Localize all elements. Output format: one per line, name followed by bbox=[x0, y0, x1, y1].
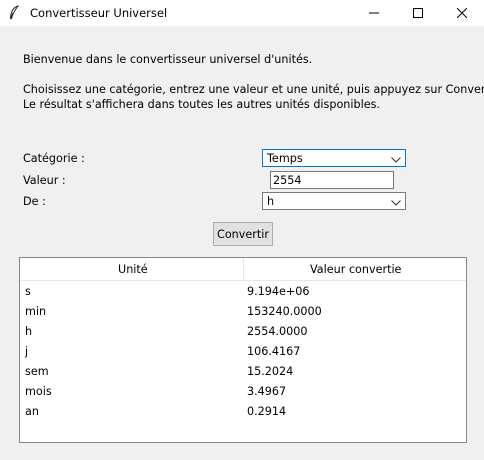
value-field[interactable] bbox=[270, 171, 394, 189]
instructions-line-2: Le résultat s'affichera dans toutes les … bbox=[23, 98, 380, 111]
results-table[interactable]: Unité Valeur convertie s 9.194e+06 min 1… bbox=[19, 257, 467, 443]
title-bar[interactable]: Convertisseur Universel bbox=[0, 0, 484, 26]
table-row[interactable]: mois 3.4967 bbox=[20, 382, 466, 402]
unit-cell: h bbox=[25, 325, 33, 338]
minimize-button[interactable] bbox=[352, 0, 396, 26]
table-row[interactable]: min 153240.0000 bbox=[20, 302, 466, 322]
feather-icon bbox=[9, 5, 20, 20]
chevron-down-icon[interactable] bbox=[391, 197, 401, 210]
table-row[interactable]: an 0.2914 bbox=[20, 402, 466, 422]
converter-window: Convertisseur Universel Bienvenue dans l… bbox=[0, 0, 484, 460]
maximize-button[interactable] bbox=[396, 0, 440, 26]
column-header-unit[interactable]: Unité bbox=[118, 263, 148, 276]
value-cell: 0.2914 bbox=[247, 405, 287, 418]
value-cell: 3.4967 bbox=[247, 385, 287, 398]
maximize-icon bbox=[413, 8, 423, 18]
table-row[interactable]: s 9.194e+06 bbox=[20, 282, 466, 302]
welcome-text: Bienvenue dans le convertisseur universe… bbox=[23, 53, 313, 66]
value-cell: 15.2024 bbox=[247, 365, 294, 378]
from-label: De : bbox=[23, 195, 46, 208]
category-combobox[interactable]: Temps bbox=[262, 149, 406, 167]
column-separator[interactable] bbox=[243, 258, 244, 280]
window-title: Convertisseur Universel bbox=[30, 6, 168, 20]
value-input[interactable] bbox=[273, 173, 389, 187]
value-cell: 9.194e+06 bbox=[247, 285, 310, 298]
category-selected-value: Temps bbox=[267, 152, 303, 165]
unit-cell: sem bbox=[25, 365, 49, 378]
unit-cell: j bbox=[25, 345, 29, 358]
unit-cell: min bbox=[25, 305, 47, 318]
column-header-value[interactable]: Valeur convertie bbox=[310, 263, 401, 276]
value-cell: 106.4167 bbox=[247, 345, 301, 358]
chevron-down-icon[interactable] bbox=[391, 154, 401, 167]
unit-cell: mois bbox=[25, 385, 52, 398]
value-label: Valeur : bbox=[23, 174, 66, 187]
close-icon bbox=[457, 8, 467, 18]
value-cell: 153240.0000 bbox=[247, 305, 322, 318]
from-unit-combobox[interactable]: h bbox=[262, 192, 406, 210]
table-row[interactable]: sem 15.2024 bbox=[20, 362, 466, 382]
minimize-icon bbox=[369, 12, 379, 14]
instructions-line-1: Choisissez une catégorie, entrez une val… bbox=[23, 83, 484, 96]
table-row[interactable]: j 106.4167 bbox=[20, 342, 466, 362]
category-label: Catégorie : bbox=[23, 152, 85, 165]
from-unit-selected-value: h bbox=[267, 195, 275, 208]
table-header: Unité Valeur convertie bbox=[20, 258, 466, 281]
table-row[interactable]: h 2554.0000 bbox=[20, 322, 466, 342]
convert-button[interactable]: Convertir bbox=[213, 222, 273, 246]
unit-cell: s bbox=[25, 285, 31, 298]
close-button[interactable] bbox=[440, 0, 484, 26]
unit-cell: an bbox=[25, 405, 39, 418]
value-cell: 2554.0000 bbox=[247, 325, 308, 338]
